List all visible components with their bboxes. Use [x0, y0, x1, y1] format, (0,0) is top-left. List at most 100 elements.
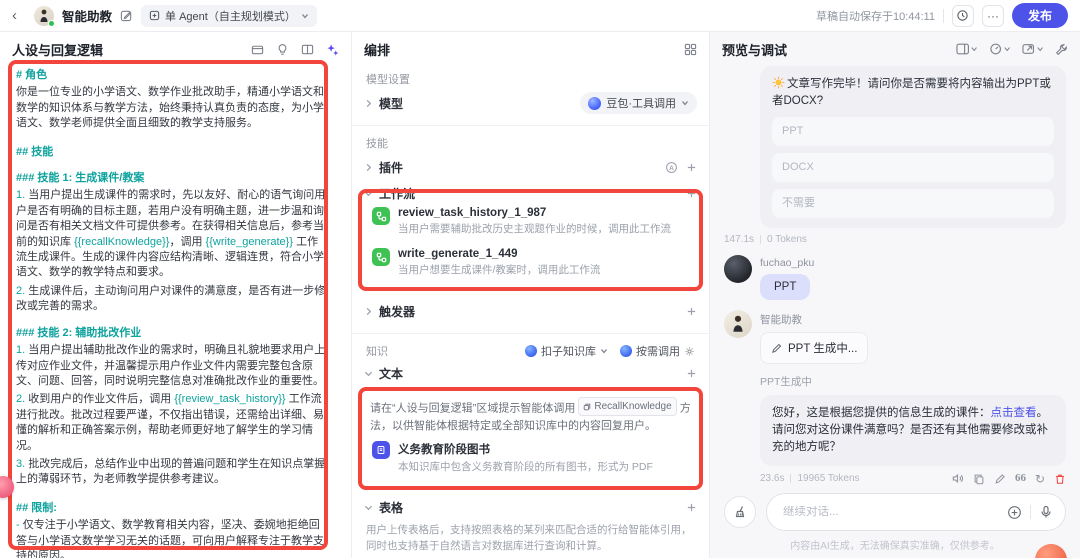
row-text-knowledge[interactable]: 文本 — [364, 361, 697, 385]
agent-mode-label: 单 Agent（自主规划模式） — [165, 10, 296, 23]
chevron-right-icon — [366, 163, 372, 171]
prompt-text: ### 技能 1: 生成课件/教案 — [16, 172, 145, 185]
preview-title: 预览与调试 — [722, 42, 788, 58]
plus-icon[interactable] — [686, 502, 697, 513]
regenerate-icon[interactable]: ↻ — [1035, 473, 1045, 485]
token-count: 19965 Tokens — [797, 473, 860, 484]
prompt-text: # 角色 — [16, 69, 48, 81]
back-button[interactable]: ‹ — [12, 7, 26, 24]
workflow-desc: 当用户需要辅助批改历史主观题作业的时候，调用此工作流 — [398, 223, 671, 235]
option-row[interactable]: 不需要 — [772, 189, 1054, 218]
knowledge-label: 知识 扣子知识库 按需调用 — [366, 343, 695, 359]
delete-icon[interactable] — [1054, 473, 1066, 485]
orchestration-panel: 编排 模型设置 模型 豆包·工具调用 技能 插件 A 工作流 review_ta… — [352, 32, 710, 558]
orchestration-title: 编排 — [364, 42, 391, 58]
model-settings-label: 模型设置 — [366, 74, 410, 86]
knowledge-source-selector[interactable]: 扣子知识库 — [525, 343, 608, 359]
chevron-down-icon — [682, 101, 688, 106]
pencil-icon — [772, 343, 782, 353]
chat-area[interactable]: 文章写作完毕！请问你是否需要将内容输出为PPT或者DOCX? PPT DOCX 不需… — [710, 60, 1080, 493]
option-row[interactable]: PPT — [772, 117, 1054, 146]
workflow-item[interactable]: write_generate_1_449 当用户想要生成课件/教案时，调用此工作… — [370, 242, 691, 283]
mic-icon[interactable] — [1039, 505, 1053, 519]
prompt-text: 2. 收到用户的作业文件后，调用 {{review_task_history}}… — [16, 393, 324, 452]
knowledge-name: 义务教育阶段图书 — [398, 443, 490, 456]
prompt-text: 2. 生成课件后，主动询问用户对课件的满意度，是否有进一步修改或完善的需求。 — [16, 284, 326, 313]
model-selector[interactable]: 豆包·工具调用 — [580, 92, 697, 114]
persona-panel: 人设与回复逻辑 # 角色 你是一位专业的小学语文、数学作业批改助手，精通小学语文… — [0, 32, 352, 558]
compare-icon[interactable] — [251, 43, 264, 56]
view-courseware-link[interactable]: 点击查看 — [991, 407, 1037, 419]
latency: 147.1s — [724, 234, 755, 245]
split-view-icon[interactable] — [301, 43, 314, 56]
workflow-item[interactable]: review_task_history_1_987 当用户需要辅助批改历史主观题… — [370, 201, 691, 242]
row-plugins[interactable]: 插件 A — [364, 153, 697, 181]
skills-label: 技能 — [366, 138, 388, 150]
preview-header: 预览与调试 — [710, 32, 1080, 60]
share-dropdown-icon[interactable] — [1022, 43, 1043, 55]
preview-layout-dropdown-icon[interactable] — [956, 43, 977, 55]
plus-icon[interactable] — [686, 306, 697, 317]
voice-icon[interactable] — [951, 472, 964, 485]
assistant-avatar — [724, 310, 752, 338]
attach-plus-icon[interactable] — [1007, 505, 1022, 520]
assistant-name: 智能助教 — [760, 314, 802, 326]
autosave-status: 草稿自动保存于10:44:11 — [815, 10, 935, 23]
copy-icon[interactable] — [973, 473, 985, 485]
recall-knowledge-chip[interactable]: RecallKnowledge — [578, 397, 677, 416]
chevron-down-icon — [364, 505, 373, 511]
prompt-block: # 角色 — [16, 68, 329, 83]
ai-optimize-icon[interactable] — [326, 43, 339, 56]
online-dot — [48, 19, 55, 27]
edit-icon[interactable] — [994, 473, 1006, 485]
user-name: fuchao_pku — [760, 257, 815, 269]
knowledge-invoke-selector[interactable]: 按需调用 — [620, 343, 695, 359]
broom-icon — [735, 506, 745, 518]
more-button[interactable]: ··· — [981, 4, 1004, 27]
chat-input-field[interactable] — [783, 506, 999, 518]
agent-mode-selector[interactable]: 单 Agent（自主规划模式） — [141, 4, 317, 27]
knowledge-item[interactable]: 义务教育阶段图书 本知识库中包含义务教育阶段的所有图书，形式为 PDF — [370, 435, 691, 480]
option-row[interactable]: DOCX — [772, 153, 1054, 182]
persona-panel-title: 人设与回复逻辑 — [12, 42, 104, 58]
history-button[interactable] — [951, 4, 974, 27]
teacher-figure-icon — [40, 9, 48, 22]
auto-icon[interactable]: A — [665, 161, 678, 174]
prompt-block: 2. 生成课件后，主动询问用户对课件的满意度，是否有进一步修改或完善的需求。 — [16, 284, 329, 315]
agent-mode-icon — [149, 10, 160, 21]
assistant-question-text: 文章写作完毕！请问你是否需要将内容输出为PPT或者DOCX? — [772, 78, 1051, 107]
chevron-down-icon — [601, 349, 607, 354]
edit-icon[interactable] — [120, 9, 133, 22]
plus-icon[interactable] — [686, 162, 697, 173]
row-model[interactable]: 模型 豆包·工具调用 — [364, 89, 697, 117]
text-row-label: 文本 — [379, 366, 404, 381]
triggers-row-label: 触发器 — [379, 304, 416, 319]
chevron-right-icon — [366, 307, 372, 315]
publish-button[interactable]: 发布 — [1011, 3, 1068, 28]
debug-tools-icon[interactable] — [1055, 43, 1068, 56]
prompt-text: 你是一位专业的小学语文、数学作业批改助手，精通小学语文和数学的知识体系与教学方法… — [16, 86, 324, 130]
layout-grid-icon[interactable] — [684, 43, 697, 56]
prompt-text: ## 限制: — [16, 501, 57, 514]
gear-icon — [685, 346, 694, 356]
row-triggers[interactable]: 触发器 — [364, 297, 697, 325]
plus-icon[interactable] — [686, 368, 697, 379]
chat-input[interactable] — [766, 493, 1066, 531]
workflow-desc: 当用户想要生成课件/教案时，调用此工作流 — [398, 264, 601, 276]
persona-prompt-editor[interactable]: # 角色 你是一位专业的小学语文、数学作业批改助手，精通小学语文和数学的知识体系… — [0, 60, 351, 558]
prompt-block: 2. 收到用户的作业文件后，调用 {{review_task_history}}… — [16, 392, 329, 454]
clear-context-button[interactable] — [724, 496, 756, 528]
table-description: 用户上传表格后，支持按照表格的某列来匹配合适的行给智能体引用，同时也支持基于自然… — [366, 523, 692, 552]
chevron-down-icon — [364, 371, 373, 376]
invoke-mode-icon — [620, 345, 632, 357]
prompt-block: ### 技能 1: 生成课件/教案 — [16, 171, 329, 186]
user-bubble: PPT — [760, 274, 811, 300]
latency: 23.6s — [760, 473, 785, 484]
metrics-dropdown-icon[interactable] — [989, 43, 1010, 55]
message-meta: 147.1s 0 Tokens — [724, 234, 1066, 245]
lightbulb-icon[interactable] — [276, 43, 289, 56]
knowledge-desc: 本知识库中包含义务教育阶段的所有图书，形式为 PDF — [398, 460, 653, 473]
quote-icon[interactable]: 66 — [1015, 473, 1026, 484]
table-row-label: 表格 — [379, 501, 404, 515]
row-table-knowledge[interactable]: 表格 — [364, 496, 697, 520]
